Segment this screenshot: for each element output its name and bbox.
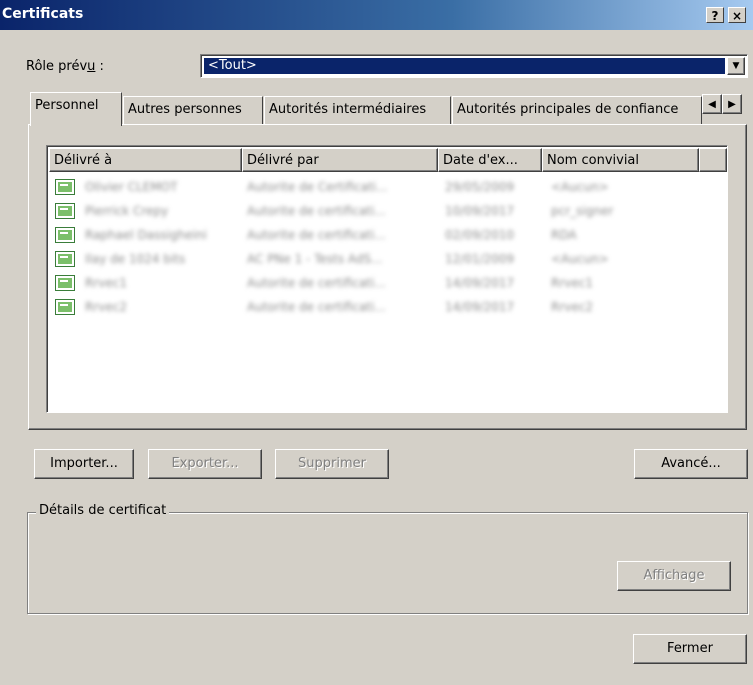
- import-button[interactable]: Importer...: [34, 449, 134, 479]
- certificate-icon: [55, 299, 75, 315]
- role-label: Rôle prévu :: [26, 59, 104, 74]
- certificate-icon: [55, 227, 75, 243]
- table-row[interactable]: Rrvec1 Autorite de certificati... 14/09/…: [55, 272, 715, 296]
- advanced-button[interactable]: Avancé...: [634, 449, 748, 479]
- tab-autres-personnes[interactable]: Autres personnes: [123, 96, 263, 124]
- column-header-delivre-par[interactable]: Délivré par: [242, 148, 438, 172]
- cell-issued-by: Autorite de certificati...: [247, 204, 386, 218]
- tab-personnel[interactable]: Personnel: [30, 92, 122, 126]
- column-header-delivre-a[interactable]: Délivré à: [49, 148, 242, 172]
- column-header-empty: [699, 148, 727, 172]
- cell-issued-by: Autorite de certificati...: [247, 300, 386, 314]
- column-header-nom-convivial[interactable]: Nom convivial: [542, 148, 699, 172]
- column-header-date-expiration[interactable]: Date d'ex...: [438, 148, 542, 172]
- cell-issued-to: Ilay de 1024 bits: [85, 252, 186, 266]
- certificate-icon: [55, 179, 75, 195]
- tab-autorites-intermediaires[interactable]: Autorités intermédiaires: [264, 96, 451, 124]
- cell-expiration: 10/09/2017: [445, 204, 515, 218]
- title-bar: Certificats ? ×: [0, 0, 753, 30]
- close-button[interactable]: Fermer: [633, 634, 747, 664]
- view-button[interactable]: Affichage: [617, 561, 731, 591]
- tab-autorites-principales[interactable]: Autorités principales de confiance: [452, 96, 702, 124]
- role-selected-value: <Tout>: [204, 58, 725, 74]
- tab-scroll-arrows: ◀ ▶: [702, 94, 742, 114]
- cell-friendly-name: pcr_signer: [551, 204, 614, 218]
- cell-issued-to: Pierrick Crepy: [85, 204, 169, 218]
- scroll-right-icon[interactable]: ▶: [722, 94, 742, 114]
- cell-friendly-name: Rrvec1: [551, 276, 593, 290]
- close-window-button[interactable]: ×: [728, 7, 746, 23]
- table-row[interactable]: Olivier CLEMOT Autorite de Certificati..…: [55, 176, 715, 200]
- delete-button[interactable]: Supprimer: [275, 449, 389, 479]
- table-row[interactable]: Raphael Dassigheini Autorite de certific…: [55, 224, 715, 248]
- cell-issued-to: Rrvec2: [85, 300, 127, 314]
- cell-issued-by: AC PNe 1 - Tests AdS...: [247, 252, 383, 266]
- cell-issued-by: Autorite de certificati...: [247, 228, 386, 242]
- table-row[interactable]: Pierrick Crepy Autorite de certificati..…: [55, 200, 715, 224]
- cell-issued-by: Autorite de Certificati...: [247, 180, 388, 194]
- certificate-icon: [55, 275, 75, 291]
- cell-expiration: 12/01/2009: [445, 252, 515, 266]
- cell-issued-by: Autorite de certificati...: [247, 276, 386, 290]
- cell-issued-to: Rrvec1: [85, 276, 127, 290]
- chevron-down-icon[interactable]: ▼: [727, 57, 745, 75]
- table-row[interactable]: Ilay de 1024 bits AC PNe 1 - Tests AdS..…: [55, 248, 715, 272]
- window-title: Certificats: [2, 6, 84, 22]
- cell-friendly-name: Rrvec2: [551, 300, 593, 314]
- cell-friendly-name: <Aucun>: [551, 252, 609, 266]
- cell-expiration: 14/09/2017: [445, 300, 515, 314]
- certificate-list[interactable]: Délivré à Délivré par Date d'ex... Nom c…: [46, 145, 728, 413]
- certificate-icon: [55, 251, 75, 267]
- table-row[interactable]: Rrvec2 Autorite de certificati... 14/09/…: [55, 296, 715, 320]
- scroll-left-icon[interactable]: ◀: [702, 94, 722, 114]
- cell-issued-to: Olivier CLEMOT: [85, 180, 178, 194]
- cell-friendly-name: <Aucun>: [551, 180, 609, 194]
- certificate-details-label: Détails de certificat: [36, 503, 170, 518]
- export-button[interactable]: Exporter...: [148, 449, 262, 479]
- help-button[interactable]: ?: [706, 7, 724, 23]
- role-dropdown[interactable]: <Tout> ▼: [200, 54, 748, 78]
- cell-issued-to: Raphael Dassigheini: [85, 228, 207, 242]
- cell-friendly-name: RDA: [551, 228, 577, 242]
- cell-expiration: 29/05/2009: [445, 180, 515, 194]
- certificate-icon: [55, 203, 75, 219]
- cell-expiration: 02/09/2010: [445, 228, 515, 242]
- cell-expiration: 14/09/2017: [445, 276, 515, 290]
